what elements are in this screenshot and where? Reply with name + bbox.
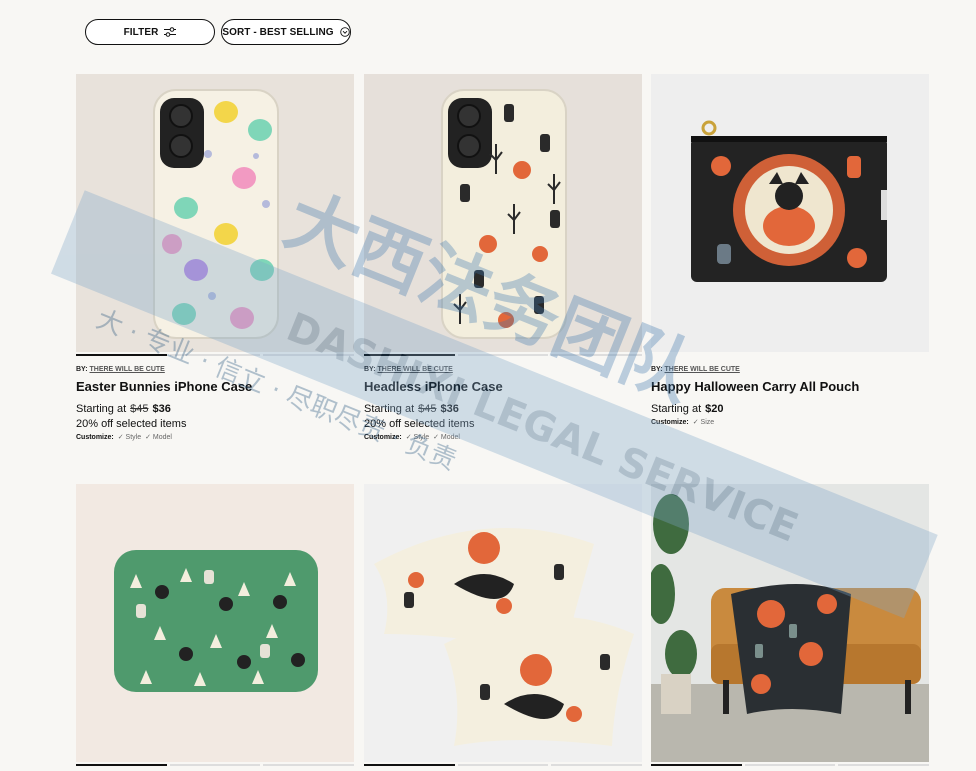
image-carousel-dots[interactable]: [364, 764, 643, 766]
filter-label: FILTER: [123, 26, 159, 38]
sale-price: $36: [440, 403, 459, 415]
product-image[interactable]: [364, 74, 642, 352]
product-image[interactable]: [651, 484, 929, 762]
artist-link[interactable]: THERE WILL BE CUTE: [378, 366, 453, 373]
artist-line: BY: THERE WILL BE CUTE: [76, 366, 354, 373]
option-model[interactable]: ✓ Model: [145, 433, 172, 441]
product-title[interactable]: Easter Bunnies iPhone Case: [76, 379, 354, 394]
toolbar: FILTER SORT - BEST SELLING: [85, 19, 351, 45]
price-prefix: Starting at: [76, 403, 127, 415]
product-image[interactable]: [651, 74, 929, 352]
customize-options: Customize: ✓ Size: [651, 418, 929, 427]
product-title[interactable]: Headless iPhone Case: [364, 379, 642, 394]
artist-line: BY: THERE WILL BE CUTE: [651, 366, 929, 373]
chevron-down-icon: [339, 27, 350, 37]
image-carousel-dots[interactable]: [651, 764, 930, 766]
artist-line: BY: THERE WILL BE CUTE: [364, 366, 642, 373]
customize-options: Customize: ✓ Style ✓ Model: [76, 433, 354, 442]
sort-dropdown[interactable]: SORT - BEST SELLING: [221, 19, 351, 45]
option-size[interactable]: ✓ Size: [693, 418, 714, 426]
promo-text: 20% off selected items: [76, 418, 187, 430]
by-prefix: BY:: [364, 366, 376, 373]
sale-price: $36: [152, 403, 171, 415]
price: $20: [705, 403, 724, 415]
phone-case-image: [153, 89, 279, 339]
customize-label: Customize:: [651, 418, 689, 426]
image-carousel-dots[interactable]: [76, 764, 355, 766]
promo-text: 20% off selected items: [364, 418, 475, 430]
sort-label: SORT - BEST SELLING: [222, 26, 334, 38]
price-prefix: Starting at: [364, 403, 415, 415]
artist-link[interactable]: THERE WILL BE CUTE: [90, 366, 165, 373]
price-line: Starting at $45 $36: [76, 403, 354, 415]
option-style[interactable]: ✓ Style: [406, 433, 429, 441]
customize-label: Customize:: [76, 433, 114, 441]
price-line: Starting at $45 $36: [364, 403, 642, 415]
bath-mat-image: [114, 550, 318, 692]
original-price: $45: [418, 403, 437, 415]
product-info: BY: THERE WILL BE CUTE Headless iPhone C…: [364, 366, 642, 441]
image-carousel-dots[interactable]: [76, 354, 355, 356]
option-model[interactable]: ✓ Model: [433, 433, 460, 441]
sliders-icon: [164, 27, 177, 37]
price-line: Starting at $20: [651, 403, 929, 415]
image-carousel-dots[interactable]: [364, 354, 643, 356]
filter-button[interactable]: FILTER: [85, 19, 215, 45]
product-image[interactable]: [76, 484, 354, 762]
product-info: BY: THERE WILL BE CUTE Easter Bunnies iP…: [76, 366, 354, 441]
pouch-image: [691, 120, 887, 282]
product-image[interactable]: [364, 484, 642, 762]
customize-options: Customize: ✓ Style ✓ Model: [364, 433, 642, 442]
artist-link[interactable]: THERE WILL BE CUTE: [665, 366, 740, 373]
customize-label: Customize:: [364, 433, 402, 441]
product-title[interactable]: Happy Halloween Carry All Pouch: [651, 379, 929, 394]
option-style[interactable]: ✓ Style: [118, 433, 141, 441]
product-image[interactable]: [76, 74, 354, 352]
product-info: BY: THERE WILL BE CUTE Happy Halloween C…: [651, 366, 929, 426]
by-prefix: BY:: [76, 366, 88, 373]
phone-case-image: [441, 89, 567, 339]
by-prefix: BY:: [651, 366, 663, 373]
blanket-image: [651, 484, 929, 762]
pillow-image: [374, 528, 634, 746]
original-price: $45: [130, 403, 149, 415]
price-prefix: Starting at: [651, 403, 702, 415]
